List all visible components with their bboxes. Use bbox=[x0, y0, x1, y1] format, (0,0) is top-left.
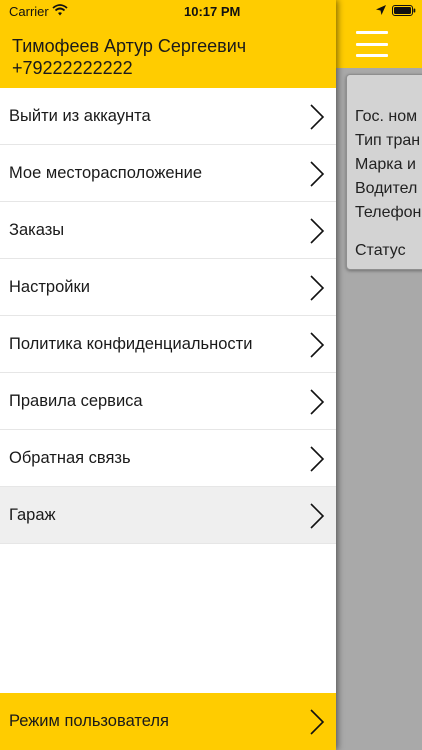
chevron-right-icon bbox=[310, 332, 325, 358]
menu-item-settings[interactable]: Настройки bbox=[0, 259, 336, 316]
battery-icon bbox=[392, 5, 416, 16]
menu-item-label: Настройки bbox=[9, 277, 90, 296]
status-bar: Carrier 10:17 PM bbox=[0, 0, 422, 24]
info-line-phone: Телефон bbox=[355, 204, 422, 221]
vehicle-info-card: Гос. ном Тип тран Марка и Водител Телефо… bbox=[346, 74, 422, 270]
chevron-right-icon bbox=[310, 503, 325, 529]
info-line-driver: Водител bbox=[355, 180, 418, 197]
hamburger-menu-icon[interactable] bbox=[356, 31, 388, 57]
menu-item-garage[interactable]: Гараж bbox=[0, 487, 336, 544]
location-arrow-icon bbox=[376, 5, 386, 15]
screen: Гос. ном Тип тран Марка и Водител Телефо… bbox=[0, 0, 422, 750]
menu-item-feedback[interactable]: Обратная связь bbox=[0, 430, 336, 487]
user-name: Тимофеев Артур Сергеевич bbox=[12, 36, 247, 56]
menu-item-label: Выйти из аккаунта bbox=[9, 106, 151, 125]
menu-item-label: Правила сервиса bbox=[9, 391, 143, 410]
chevron-right-icon bbox=[310, 161, 325, 187]
chevron-right-icon bbox=[310, 389, 325, 415]
info-line-transport-type: Тип тран bbox=[355, 132, 421, 149]
menu-item-privacy-policy[interactable]: Политика конфиденциальности bbox=[0, 316, 336, 373]
drawer-menu: Выйти из аккаунта Мое месторасположение … bbox=[0, 88, 336, 544]
chevron-right-icon bbox=[310, 218, 325, 244]
user-phone: +79222222222 bbox=[12, 58, 133, 78]
carrier-label: Carrier bbox=[9, 4, 49, 19]
menu-item-label: Гараж bbox=[9, 505, 56, 524]
side-drawer: Тимофеев Артур Сергеевич +79222222222 Вы… bbox=[0, 0, 336, 750]
menu-item-label: Обратная связь bbox=[9, 448, 131, 467]
user-mode-label: Режим пользователя bbox=[9, 712, 169, 730]
menu-item-orders[interactable]: Заказы bbox=[0, 202, 336, 259]
menu-item-label: Мое месторасположение bbox=[9, 163, 203, 182]
info-line-plate: Гос. ном bbox=[355, 108, 418, 125]
clock: 10:17 PM bbox=[184, 4, 241, 19]
wifi-icon bbox=[52, 4, 68, 16]
menu-item-label: Политика конфиденциальности bbox=[9, 334, 253, 353]
info-line-status: Статус bbox=[355, 242, 406, 259]
user-mode-button[interactable]: Режим пользователя bbox=[0, 693, 336, 750]
chevron-right-icon bbox=[310, 446, 325, 472]
menu-item-label: Заказы bbox=[9, 220, 65, 239]
menu-item-service-rules[interactable]: Правила сервиса bbox=[0, 373, 336, 430]
info-line-brand: Марка и bbox=[355, 156, 416, 173]
chevron-right-icon bbox=[310, 709, 325, 735]
chevron-right-icon bbox=[310, 104, 325, 130]
menu-item-my-location[interactable]: Мое месторасположение bbox=[0, 145, 336, 202]
menu-item-logout[interactable]: Выйти из аккаунта bbox=[0, 88, 336, 145]
chevron-right-icon bbox=[310, 275, 325, 301]
